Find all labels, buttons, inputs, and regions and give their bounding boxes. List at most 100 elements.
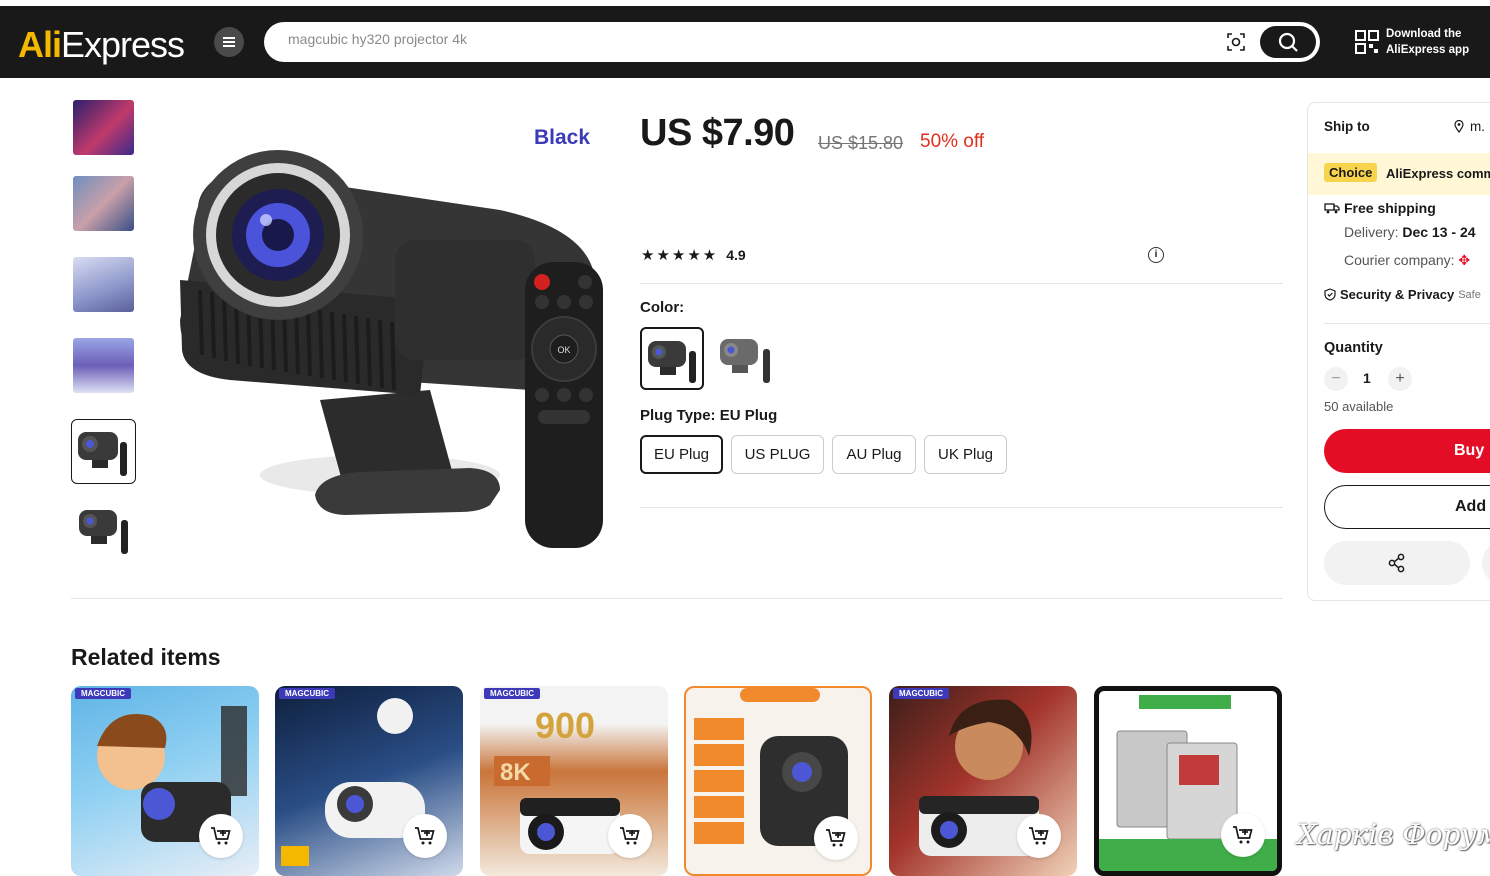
free-shipping: Free shipping — [1324, 200, 1436, 216]
delivery-estimate: Delivery: Dec 13 - 24 — [1344, 224, 1476, 240]
related-item-card[interactable]: MAGCUBIC — [889, 686, 1077, 876]
share-icon — [1388, 553, 1405, 573]
projector-thumbnail-image — [79, 510, 128, 554]
divider — [1324, 323, 1490, 324]
info-icon[interactable]: i — [1148, 247, 1164, 263]
plug-type-label: Plug Type: EU Plug — [640, 407, 778, 424]
color-label: Color: — [640, 299, 685, 316]
rating-value: 4.9 — [726, 247, 746, 263]
cart-plus-icon — [211, 827, 231, 845]
related-item-card[interactable] — [684, 686, 872, 876]
divider — [640, 283, 1283, 284]
svg-text:8K: 8K — [500, 759, 531, 786]
courier-label: Courier company: — [1344, 252, 1455, 268]
choice-text: AliExpress comm — [1386, 166, 1490, 181]
thumbnail-5-selected[interactable] — [71, 419, 136, 484]
star-icons: ★★★★★ — [641, 247, 719, 264]
top-header: AliExpress Download the AliExpress app — [0, 6, 1490, 78]
hamburger-icon — [223, 41, 235, 43]
quantity-label: Quantity — [1324, 340, 1383, 356]
search-input[interactable] — [288, 31, 1188, 47]
quantity-increase-button[interactable]: + — [1388, 367, 1412, 391]
quantity-value[interactable]: 1 — [1363, 370, 1371, 386]
menu-button[interactable] — [214, 27, 244, 57]
choice-banner[interactable]: Choice AliExpress comm — [1308, 153, 1490, 195]
cart-plus-icon — [1233, 826, 1253, 844]
plug-option-au[interactable]: AU Plug — [832, 435, 916, 474]
svg-text:OK: OK — [557, 345, 570, 355]
ship-to-label: Ship to — [1324, 119, 1370, 134]
cart-plus-icon — [826, 829, 846, 847]
projector-thumbnail-image — [78, 432, 127, 476]
add-to-cart-button[interactable]: Add — [1324, 485, 1490, 529]
thumbnail-1[interactable] — [73, 100, 134, 155]
search-button[interactable] — [1260, 26, 1316, 58]
truck-icon — [1324, 203, 1340, 214]
download-app-text: Download the AliExpress app — [1386, 26, 1469, 58]
shield-icon — [1324, 288, 1336, 301]
add-to-cart-button[interactable] — [403, 814, 447, 858]
add-to-cart-button[interactable] — [1221, 813, 1265, 857]
related-item-card[interactable] — [1094, 686, 1282, 876]
add-to-cart-button[interactable] — [199, 814, 243, 858]
delivery-label: Delivery: — [1344, 224, 1403, 240]
cart-plus-icon — [1029, 827, 1049, 845]
image-search-icon[interactable] — [1226, 32, 1246, 52]
courier-company: Courier company: ✥ — [1344, 252, 1470, 269]
courier-logo-icon: ✥ — [1458, 252, 1471, 268]
plug-option-uk[interactable]: UK Plug — [924, 435, 1007, 474]
add-to-cart-button[interactable] — [814, 816, 858, 860]
thumbnail-2[interactable] — [73, 176, 134, 231]
logo-express: Express — [61, 24, 185, 65]
thumbnail-4[interactable] — [73, 338, 134, 393]
related-items-heading: Related items — [71, 644, 221, 670]
related-item-card[interactable]: MAGCUBIC 900 8K — [480, 686, 668, 876]
security-text: Security & Privacy — [1340, 287, 1455, 302]
add-to-cart-button[interactable] — [608, 814, 652, 858]
main-product-image[interactable]: OK — [170, 100, 610, 560]
cart-plus-icon — [620, 827, 640, 845]
related-item-card[interactable]: MAGCUBIC — [71, 686, 259, 876]
cart-plus-icon — [415, 827, 435, 845]
swatch-image — [648, 341, 696, 383]
ship-location[interactable]: m. — [1454, 119, 1485, 134]
svg-text:900: 900 — [535, 705, 595, 746]
download-line-1: Download the — [1386, 28, 1462, 40]
security-privacy[interactable]: Security & Privacy Safe — [1324, 287, 1481, 302]
choice-badge: Choice — [1324, 163, 1378, 182]
divider — [640, 507, 1283, 508]
color-swatch-black[interactable] — [640, 327, 704, 390]
thumbnail-6[interactable] — [73, 500, 134, 555]
aliexpress-logo[interactable]: AliExpress — [18, 24, 185, 66]
logo-ali: Ali — [18, 24, 62, 65]
divider — [71, 598, 1283, 599]
quantity-decrease-button[interactable]: − — [1324, 367, 1348, 391]
swatch-image — [720, 339, 770, 383]
rating-summary[interactable]: ★★★★★ 4.9 — [641, 246, 746, 264]
plug-option-us[interactable]: US PLUG — [731, 435, 824, 474]
current-price: US $7.90 — [640, 112, 795, 154]
forum-watermark: Харків Форум — [1297, 818, 1490, 851]
brand-tag: MAGCUBIC — [75, 688, 131, 699]
buy-now-button[interactable]: Buy — [1324, 429, 1490, 473]
purchase-panel: Ship to m. Choice AliExpress comm Free s… — [1307, 102, 1490, 601]
share-button[interactable] — [1324, 541, 1470, 585]
thumbnail-3[interactable] — [73, 257, 134, 312]
add-to-cart-button[interactable] — [1017, 814, 1061, 858]
security-safe-text: Safe — [1458, 288, 1481, 301]
qr-code-icon — [1355, 30, 1379, 54]
available-count: 50 available — [1324, 399, 1394, 414]
wishlist-button[interactable] — [1482, 541, 1490, 585]
plug-option-eu[interactable]: EU Plug — [640, 435, 723, 474]
search-icon — [1278, 32, 1298, 52]
search-bar — [264, 22, 1320, 62]
free-shipping-text: Free shipping — [1344, 200, 1436, 216]
download-app-link[interactable]: Download the AliExpress app — [1354, 24, 1484, 60]
download-line-2: AliExpress app — [1386, 44, 1470, 56]
location-pin-icon — [1454, 120, 1464, 133]
delivery-dates: Dec 13 - 24 — [1402, 224, 1476, 240]
color-swatch-grey[interactable] — [714, 327, 778, 390]
variant-name-label: Black — [534, 126, 591, 149]
related-item-card[interactable]: MAGCUBIC — [275, 686, 463, 876]
brand-tag: MAGCUBIC — [279, 688, 335, 699]
